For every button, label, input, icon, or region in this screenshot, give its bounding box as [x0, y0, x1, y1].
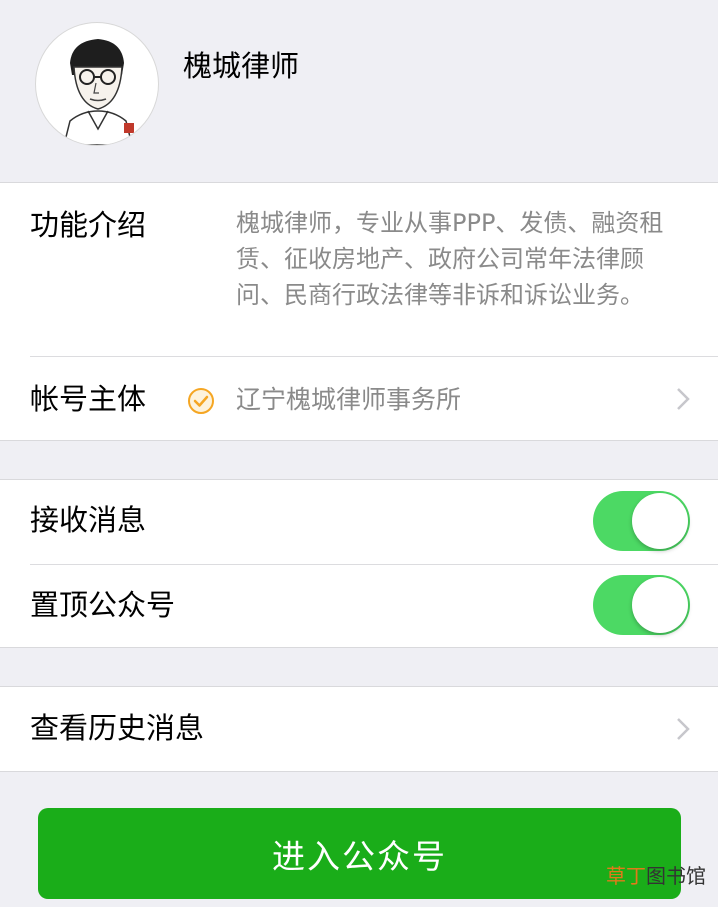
watermark: 草丁图书馆 [606, 863, 706, 889]
pin-toggle[interactable] [593, 575, 690, 635]
watermark-part1: 草丁 [606, 864, 646, 888]
profile-header: 槐城律师 [0, 0, 718, 183]
enter-account-button[interactable]: 进入公众号 [38, 808, 681, 899]
chevron-right-icon [677, 388, 690, 410]
pin-label: 置顶公众号 [30, 588, 176, 622]
intro-text: 槐城律师，专业从事PPP、发债、融资租赁、征收房地产、政府公司常年法律顾问、民商… [236, 209, 664, 309]
toggle-knob [632, 577, 688, 633]
verified-icon [188, 388, 214, 414]
owner-name: 辽宁槐城律师事务所 [236, 385, 462, 414]
avatar[interactable] [35, 22, 159, 146]
toggle-knob [632, 493, 688, 549]
chevron-right-icon [677, 718, 690, 740]
receive-toggle[interactable] [593, 491, 690, 551]
owner-label: 帐号主体 [30, 382, 147, 416]
info-section: 功能介绍 槐城律师，专业从事PPP、发债、融资租赁、征收房地产、政府公司常年法律… [0, 182, 718, 441]
watermark-part2: 图书馆 [646, 864, 706, 888]
receive-row: 接收消息 [0, 480, 718, 564]
receive-label: 接收消息 [30, 503, 147, 537]
history-label: 查看历史消息 [30, 711, 205, 745]
account-name: 槐城律师 [183, 49, 300, 83]
settings-section: 接收消息 置顶公众号 [0, 479, 718, 648]
pin-row: 置顶公众号 [0, 565, 718, 648]
owner-row[interactable]: 帐号主体 辽宁槐城律师事务所 [0, 357, 718, 441]
history-section[interactable]: 查看历史消息 [0, 686, 718, 772]
intro-row: 功能介绍 槐城律师，专业从事PPP、发债、融资租赁、征收房地产、政府公司常年法律… [0, 183, 718, 356]
intro-label: 功能介绍 [30, 208, 147, 242]
